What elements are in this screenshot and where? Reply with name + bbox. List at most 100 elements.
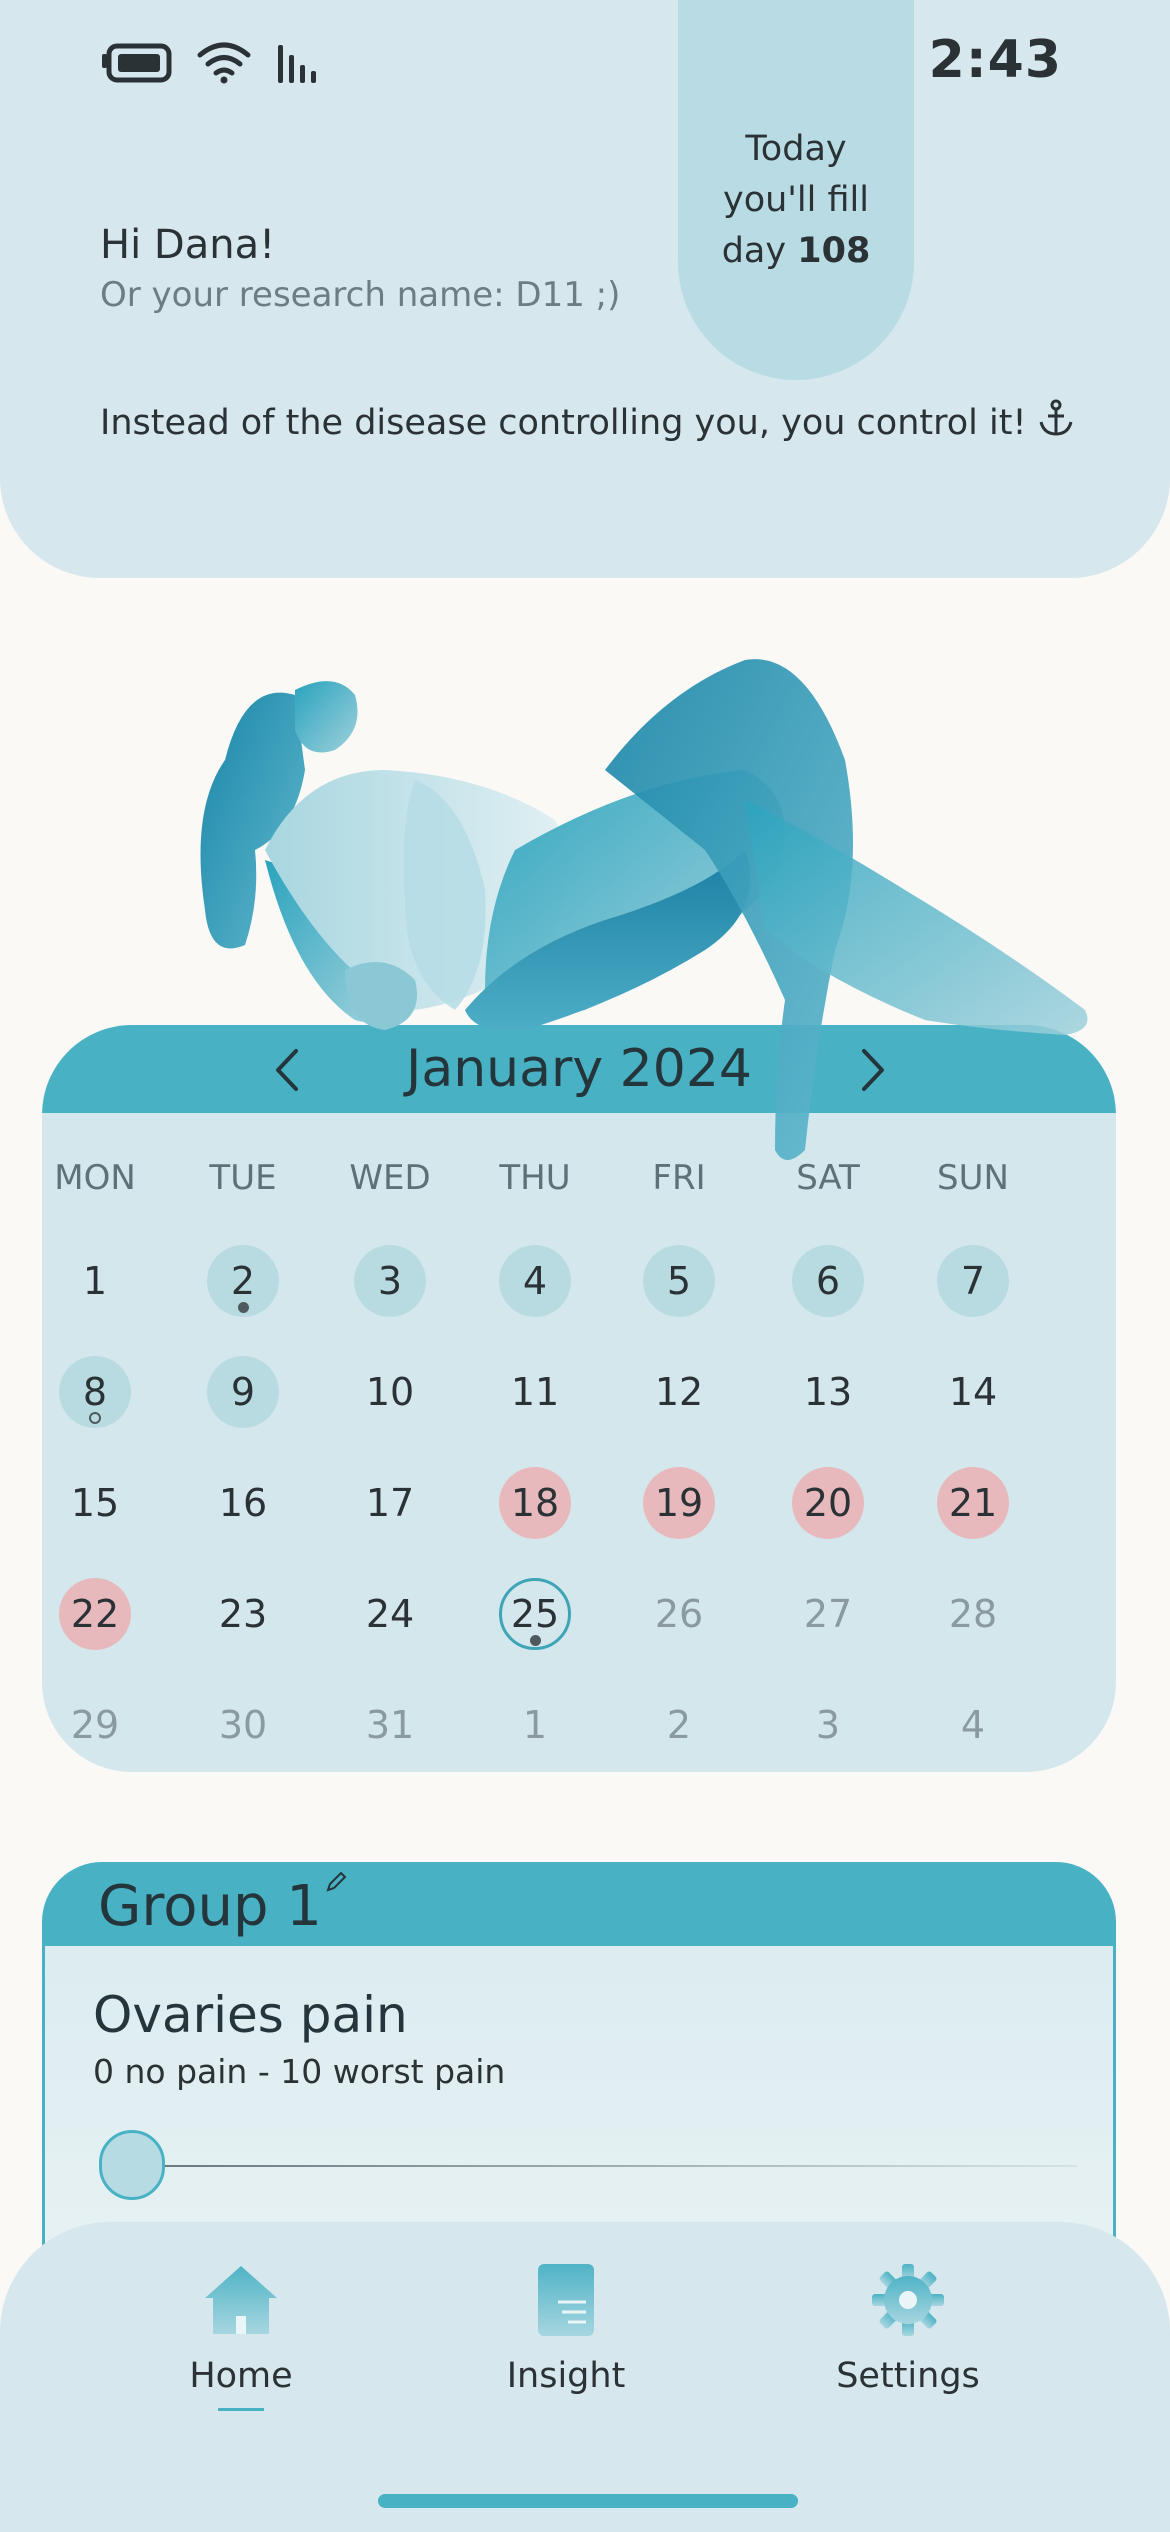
status-time: 2:43 — [928, 30, 1062, 90]
calendar-day-number: 6 — [792, 1245, 864, 1317]
calendar-day-number: 31 — [365, 1703, 415, 1747]
calendar-day[interactable]: 4 — [499, 1245, 571, 1317]
calendar-day[interactable]: 10 — [354, 1356, 426, 1428]
calendar-day[interactable]: 4 — [937, 1689, 1009, 1761]
group-title: Group 1 — [98, 1874, 322, 1939]
question-title: Ovaries pain — [93, 1986, 408, 2044]
calendar-day[interactable]: 24 — [354, 1578, 426, 1650]
day-number: 108 — [797, 230, 871, 271]
calendar-day-number: 4 — [960, 1703, 986, 1747]
calendar-day[interactable]: 26 — [643, 1578, 715, 1650]
calendar-day-number: 27 — [803, 1592, 853, 1636]
anchor-icon — [1036, 398, 1076, 447]
battery-icon — [100, 43, 172, 87]
day-pill-prefix: day — [721, 230, 787, 271]
calendar-day[interactable]: 27 — [792, 1578, 864, 1650]
calendar-day[interactable]: 31 — [354, 1689, 426, 1761]
calendar-day-number: 29 — [70, 1703, 120, 1747]
calendar-day-number: 1 — [82, 1259, 108, 1303]
calendar-day-number: 11 — [510, 1370, 560, 1414]
bottom-nav: Home Insight Settings — [0, 2222, 1170, 2532]
nav-settings-label: Settings — [836, 2356, 980, 2396]
calendar-day[interactable]: 8 — [59, 1356, 131, 1428]
calendar-day-number: 1 — [522, 1703, 548, 1747]
nav-home[interactable]: Home — [111, 2262, 371, 2411]
calendar-day[interactable]: 20 — [792, 1467, 864, 1539]
day-pill-line1: Today — [745, 128, 847, 169]
motto-text: Instead of the disease controlling you, … — [100, 402, 1027, 443]
calendar-day-number: 30 — [218, 1703, 268, 1747]
pain-slider-knob[interactable] — [99, 2130, 165, 2200]
calendar-day-number: 24 — [365, 1592, 415, 1636]
calendar-day[interactable]: 18 — [499, 1467, 571, 1539]
calendar-day[interactable]: 30 — [207, 1689, 279, 1761]
calendar-day[interactable]: 9 — [207, 1356, 279, 1428]
entry-dot-indicator — [89, 1412, 101, 1424]
calendar-day[interactable]: 5 — [643, 1245, 715, 1317]
calendar-day[interactable]: 22 — [59, 1578, 131, 1650]
calendar-day-number: 3 — [354, 1245, 426, 1317]
calendar-day-number: 12 — [654, 1370, 704, 1414]
calendar-day-number: 9 — [207, 1356, 279, 1428]
calendar-day[interactable]: 7 — [937, 1245, 1009, 1317]
nav-settings[interactable]: Settings — [778, 2262, 1038, 2396]
calendar-day[interactable]: 3 — [354, 1245, 426, 1317]
calendar-day-number: 23 — [218, 1592, 268, 1636]
status-icons — [100, 40, 324, 90]
calendar-day-number: 22 — [59, 1578, 131, 1650]
calendar-day-number: 16 — [218, 1481, 268, 1525]
home-icon — [203, 2262, 279, 2342]
calendar-day-number: 28 — [948, 1592, 998, 1636]
calendar-day-number: 21 — [937, 1467, 1009, 1539]
calendar-day-number: 3 — [815, 1703, 841, 1747]
calendar-day-number: 17 — [365, 1481, 415, 1525]
research-name-text: Or your research name: D11 ;) — [100, 275, 621, 315]
greeting-text: Hi Dana! — [100, 222, 276, 268]
day-pill-line3: day 108 — [722, 226, 871, 277]
calendar-day[interactable]: 19 — [643, 1467, 715, 1539]
wifi-icon — [196, 41, 252, 89]
calendar-day[interactable]: 23 — [207, 1578, 279, 1650]
entry-dot-indicator — [530, 1635, 541, 1646]
calendar-day[interactable]: 29 — [59, 1689, 131, 1761]
calendar-day[interactable]: 1 — [499, 1689, 571, 1761]
calendar-day[interactable]: 13 — [792, 1356, 864, 1428]
calendar-day[interactable]: 17 — [354, 1467, 426, 1539]
calendar-day[interactable]: 11 — [499, 1356, 571, 1428]
calendar-day[interactable]: 25 — [499, 1578, 571, 1650]
calendar-day[interactable]: 12 — [643, 1356, 715, 1428]
home-indicator[interactable] — [378, 2494, 798, 2508]
calendar-day-number: 26 — [654, 1592, 704, 1636]
calendar-day[interactable]: 21 — [937, 1467, 1009, 1539]
calendar-day-number: 7 — [937, 1245, 1009, 1317]
active-indicator — [218, 2408, 264, 2411]
question-scale: 0 no pain - 10 worst pain — [93, 2052, 506, 2091]
calendar-day[interactable]: 14 — [937, 1356, 1009, 1428]
calendar-day-number: 19 — [643, 1467, 715, 1539]
calendar-day-number: 20 — [792, 1467, 864, 1539]
entry-dot-indicator — [238, 1302, 249, 1313]
reclining-woman-illustration — [200, 659, 1088, 1160]
calendar-day[interactable]: 6 — [792, 1245, 864, 1317]
pencil-icon[interactable] — [324, 1870, 348, 1898]
calendar-day[interactable]: 2 — [207, 1245, 279, 1317]
calendar-day[interactable]: 3 — [792, 1689, 864, 1761]
calendar-day-number: 14 — [948, 1370, 998, 1414]
calendar-day-number: 5 — [643, 1245, 715, 1317]
calendar-day[interactable]: 16 — [207, 1467, 279, 1539]
calendar-day-number: 13 — [803, 1370, 853, 1414]
calendar-day[interactable]: 15 — [59, 1467, 131, 1539]
calendar-day[interactable]: 2 — [643, 1689, 715, 1761]
calendar-day-number: 2 — [666, 1703, 692, 1747]
pain-slider-track[interactable] — [161, 2165, 1077, 2167]
calendar-day[interactable]: 28 — [937, 1578, 1009, 1650]
nav-insight-label: Insight — [506, 2356, 626, 2396]
motto: Instead of the disease controlling you, … — [100, 398, 1076, 447]
day-counter-pill: Today you'll fill day 108 — [678, 0, 914, 380]
gear-icon — [870, 2262, 946, 2342]
nav-insight[interactable]: Insight — [436, 2262, 696, 2396]
insight-icon — [528, 2262, 604, 2342]
calendar-day-number: 10 — [365, 1370, 415, 1414]
calendar-day[interactable]: 1 — [59, 1245, 131, 1317]
nav-home-label: Home — [189, 2356, 293, 2396]
